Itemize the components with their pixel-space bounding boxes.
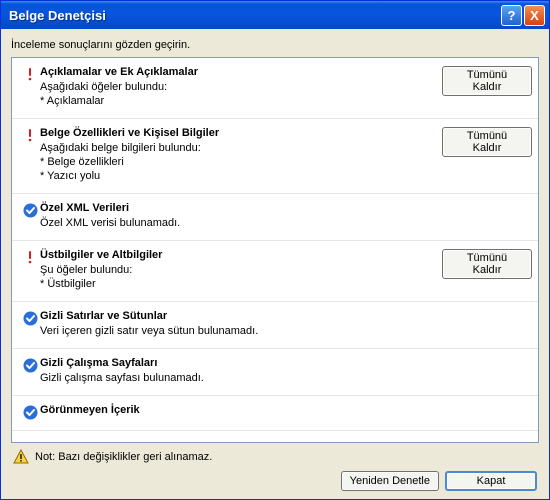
remove-all-button[interactable]: Tümünü Kaldır <box>442 66 532 96</box>
window-title: Belge Denetçisi <box>9 8 501 23</box>
check-icon <box>20 357 40 385</box>
close-dialog-button[interactable]: Kapat <box>445 471 537 491</box>
result-title: Gizli Satırlar ve Sütunlar <box>40 310 436 322</box>
remove-all-button[interactable]: Tümünü Kaldır <box>442 249 532 279</box>
result-action <box>442 357 532 385</box>
footer-buttons: Yeniden Denetle Kapat <box>11 471 539 491</box>
close-icon: X <box>530 8 539 23</box>
result-item: Belge Özellikleri ve Kişisel Bilgiler Aşa… <box>12 119 538 194</box>
result-action <box>442 310 532 338</box>
result-action: Tümünü Kaldır <box>442 127 532 183</box>
check-icon <box>20 310 40 338</box>
result-item: Görünmeyen İçerik <box>12 396 538 431</box>
result-title: Belge Özellikleri ve Kişisel Bilgiler <box>40 127 436 139</box>
result-action: Tümünü Kaldır <box>442 249 532 291</box>
check-icon <box>20 404 40 420</box>
result-action <box>442 202 532 230</box>
dialog-window: Belge Denetçisi ? X İnceleme sonuçlarını… <box>0 0 550 500</box>
result-body: Üstbilgiler ve Altbilgiler Şu öğeler bulu… <box>40 249 442 291</box>
result-body: Gizli Satırlar ve Sütunlar Veri içeren gi… <box>40 310 442 338</box>
alert-icon <box>20 127 40 183</box>
check-icon <box>20 202 40 230</box>
remove-all-button[interactable]: Tümünü Kaldır <box>442 127 532 157</box>
result-action: Tümünü Kaldır <box>442 66 532 108</box>
note-row: Not: Bazı değişiklikler geri alınamaz. <box>11 443 539 471</box>
titlebar-buttons: ? X <box>501 5 545 26</box>
result-detail: Şu öğeler bulundu:* Üstbilgiler <box>40 263 436 291</box>
result-action <box>442 404 532 420</box>
result-body: Belge Özellikleri ve Kişisel Bilgiler Aşa… <box>40 127 442 183</box>
help-icon: ? <box>508 8 516 23</box>
result-title: Açıklamalar ve Ek Açıklamalar <box>40 66 436 78</box>
warning-icon <box>13 449 29 465</box>
result-title: Görünmeyen İçerik <box>40 404 436 416</box>
result-detail: Özel XML verisi bulunamadı. <box>40 216 436 230</box>
result-body: Gizli Çalışma Sayfaları Gizli çalışma say… <box>40 357 442 385</box>
content-area: İnceleme sonuçlarını gözden geçirin. Açı… <box>1 29 549 499</box>
result-item: Gizli Satırlar ve Sütunlar Veri içeren gi… <box>12 302 538 349</box>
result-title: Gizli Çalışma Sayfaları <box>40 357 436 369</box>
result-item: Özel XML Verileri Özel XML verisi bulunam… <box>12 194 538 241</box>
titlebar: Belge Denetçisi ? X <box>1 1 549 29</box>
result-detail: Veri içeren gizli satır veya sütun bulun… <box>40 324 436 338</box>
result-item: Üstbilgiler ve Altbilgiler Şu öğeler bulu… <box>12 241 538 302</box>
result-detail: Aşağıdaki öğeler bulundu:* Açıklamalar <box>40 80 436 108</box>
note-text: Not: Bazı değişiklikler geri alınamaz. <box>35 451 212 463</box>
result-item: Açıklamalar ve Ek Açıklamalar Aşağıdaki ö… <box>12 58 538 119</box>
result-title: Özel XML Verileri <box>40 202 436 214</box>
help-button[interactable]: ? <box>501 5 522 26</box>
result-detail: Aşağıdaki belge bilgileri bulundu:* Belg… <box>40 141 436 183</box>
alert-icon <box>20 66 40 108</box>
close-button[interactable]: X <box>524 5 545 26</box>
result-body: Görünmeyen İçerik <box>40 404 442 420</box>
result-item: Gizli Çalışma Sayfaları Gizli çalışma say… <box>12 349 538 396</box>
result-body: Özel XML Verileri Özel XML verisi bulunam… <box>40 202 442 230</box>
result-body: Açıklamalar ve Ek Açıklamalar Aşağıdaki ö… <box>40 66 442 108</box>
results-list[interactable]: Açıklamalar ve Ek Açıklamalar Aşağıdaki ö… <box>11 57 539 443</box>
result-detail: Gizli çalışma sayfası bulunamadı. <box>40 371 436 385</box>
reinspect-button[interactable]: Yeniden Denetle <box>341 471 439 491</box>
subtitle: İnceleme sonuçlarını gözden geçirin. <box>11 39 539 51</box>
alert-icon <box>20 249 40 291</box>
result-title: Üstbilgiler ve Altbilgiler <box>40 249 436 261</box>
